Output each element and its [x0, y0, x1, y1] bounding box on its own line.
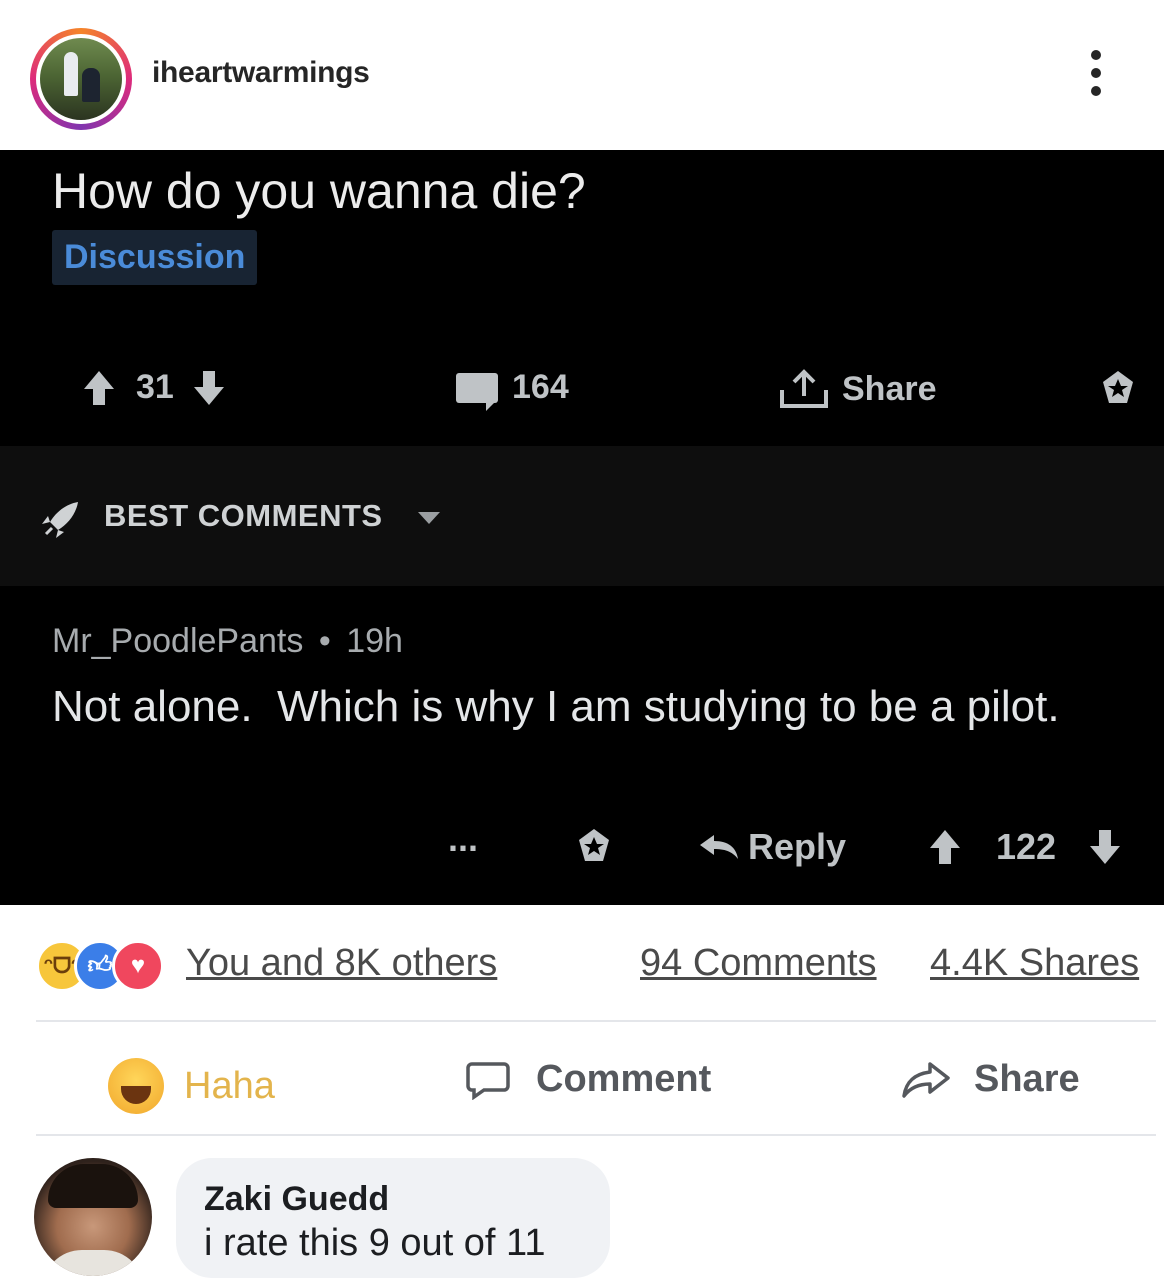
- commenter-name[interactable]: Zaki Guedd: [204, 1180, 389, 1219]
- comment-vote-control: 122: [930, 826, 1121, 868]
- post-vote-count: 31: [136, 368, 174, 406]
- sort-label: BEST COMMENTS: [104, 498, 383, 533]
- vertical-ellipsis-icon[interactable]: [1082, 50, 1110, 104]
- reactions-summary-link[interactable]: You and 8K others: [186, 942, 497, 985]
- post-comments-button[interactable]: 164: [456, 368, 569, 411]
- comment-award-button[interactable]: [574, 826, 614, 866]
- upvote-icon[interactable]: [84, 370, 114, 405]
- love-reaction-icon: ♥: [112, 940, 164, 992]
- post-title: How do you wanna die?: [52, 163, 586, 219]
- comment-text: i rate this 9 out of 11: [204, 1222, 546, 1264]
- post-comment-count: 164: [512, 368, 569, 406]
- share-upload-icon: [780, 369, 828, 408]
- shares-count-link[interactable]: 4.4K Shares: [930, 942, 1139, 985]
- haha-label: Haha: [184, 1064, 275, 1107]
- comment-sort-bar[interactable]: BEST COMMENTS: [0, 446, 1164, 586]
- reddit-post-image: How do you wanna die? Discussion 31 164 …: [0, 150, 1164, 905]
- haha-button[interactable]: Haha: [108, 1058, 275, 1114]
- comment-actions: ... Reply 122: [0, 814, 1164, 884]
- more-options-button[interactable]: ...: [448, 818, 478, 860]
- downvote-icon[interactable]: [193, 370, 224, 405]
- chevron-down-icon: [418, 512, 440, 524]
- award-icon: [1103, 371, 1133, 403]
- comment-author[interactable]: Mr_PoodlePants: [52, 622, 303, 660]
- commenter-avatar[interactable]: [34, 1158, 152, 1276]
- comment-bubble: Zaki Guedd i rate this 9 out of 11: [176, 1158, 610, 1278]
- rocket-icon: [42, 502, 78, 538]
- comment-bubble-icon: [466, 1061, 510, 1100]
- share-label: Share: [974, 1058, 1080, 1100]
- reply-label: Reply: [748, 826, 847, 867]
- reaction-icons[interactable]: ᵔᗜᵔ 👍︎ ♥: [36, 940, 196, 992]
- post-actions: 31 164 Share: [0, 350, 1164, 445]
- comment-body: Not alone. Which is why I am studying to…: [52, 682, 1060, 731]
- downvote-icon[interactable]: [1090, 830, 1121, 864]
- profile-avatar[interactable]: [30, 28, 132, 130]
- share-arrow-icon: [902, 1061, 950, 1098]
- haha-face-icon: [108, 1058, 164, 1114]
- post-share-button[interactable]: Share: [778, 368, 937, 410]
- comment-vote-count: 122: [996, 826, 1057, 867]
- comments-count-link[interactable]: 94 Comments: [640, 942, 877, 985]
- post-vote-control: 31: [84, 368, 224, 407]
- username[interactable]: iheartwarmings: [152, 56, 370, 90]
- comment-button[interactable]: Comment: [466, 1058, 711, 1101]
- award-icon: [579, 829, 609, 861]
- post-flair: Discussion: [52, 230, 258, 285]
- reply-icon: [700, 835, 738, 859]
- post-share-label: Share: [842, 369, 937, 408]
- upvote-icon[interactable]: [930, 830, 960, 864]
- instagram-header: iheartwarmings: [0, 0, 1164, 150]
- comment-label: Comment: [536, 1058, 712, 1100]
- divider: [36, 1134, 1156, 1136]
- meta-separator: •: [318, 622, 331, 660]
- comment-age: 19h: [346, 622, 403, 660]
- divider: [36, 1020, 1156, 1022]
- comment-icon: [456, 372, 498, 411]
- comment-meta: Mr_PoodlePants • 19h: [52, 622, 403, 661]
- award-button[interactable]: [1098, 368, 1138, 408]
- share-button[interactable]: Share: [900, 1058, 1080, 1101]
- reply-button[interactable]: Reply: [698, 826, 846, 868]
